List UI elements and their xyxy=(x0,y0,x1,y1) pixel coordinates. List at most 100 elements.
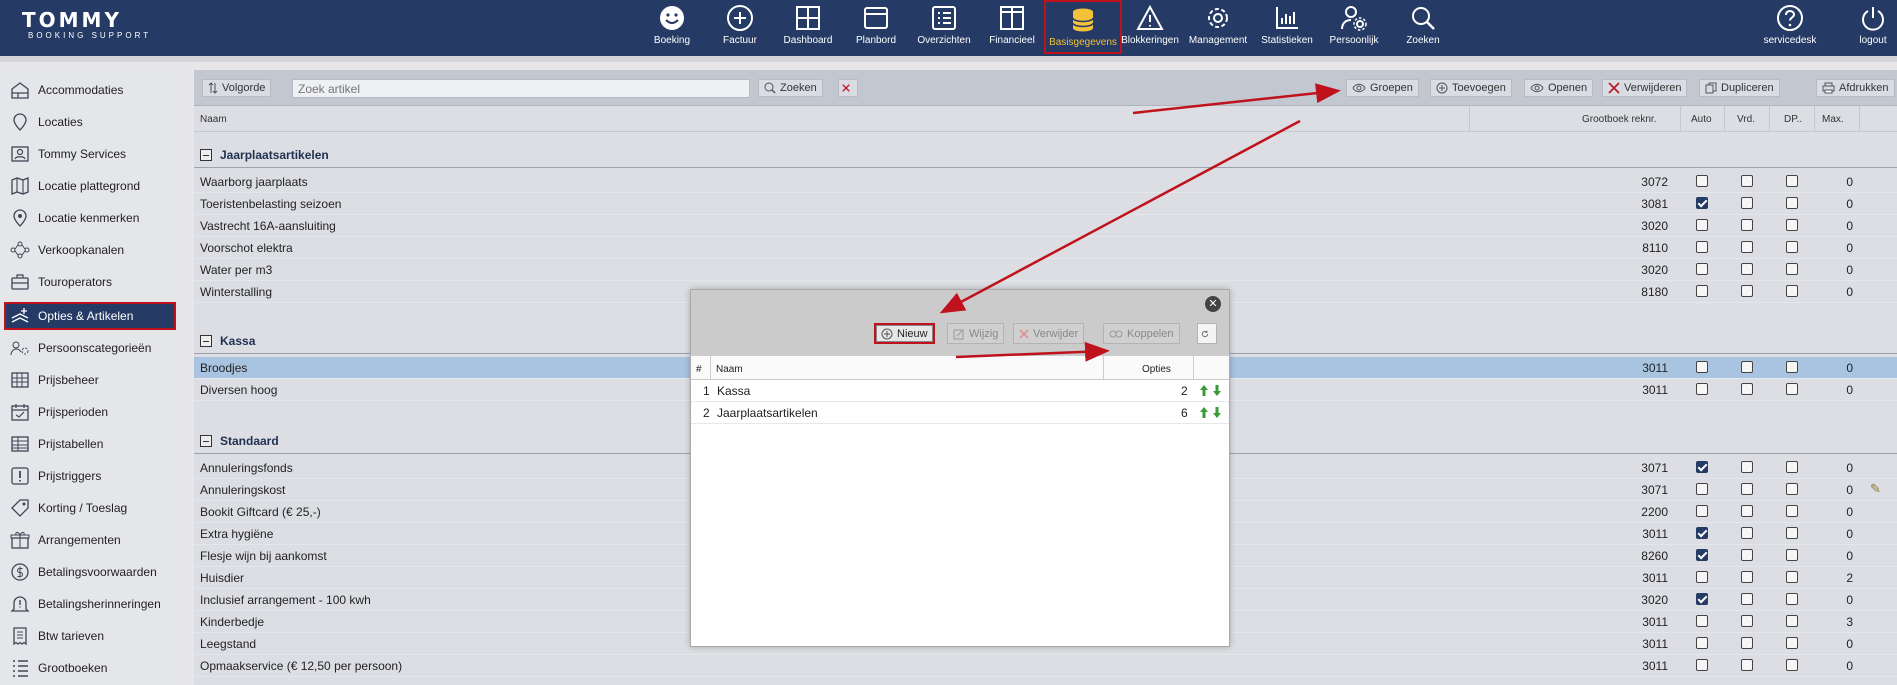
sidebar-item-betalingsvoorwaarden[interactable]: Betalingsvoorwaarden xyxy=(6,558,174,586)
move-up-icon[interactable] xyxy=(1199,384,1209,397)
dp-checkbox[interactable] xyxy=(1786,285,1798,297)
dp-checkbox[interactable] xyxy=(1786,361,1798,373)
dp-checkbox[interactable] xyxy=(1786,549,1798,561)
nav-blokkeringen[interactable]: Blokkeringen xyxy=(1121,0,1179,54)
dp-checkbox[interactable] xyxy=(1786,615,1798,627)
auto-checkbox[interactable] xyxy=(1696,285,1708,297)
nav-persoonlijk[interactable]: Persoonlijk xyxy=(1328,0,1380,54)
nav-statistieken[interactable]: Statistieken xyxy=(1260,0,1314,54)
col-max[interactable]: Max. xyxy=(1822,114,1844,125)
groepen-button[interactable]: Groepen xyxy=(1346,79,1419,97)
vrd-checkbox[interactable] xyxy=(1741,285,1753,297)
table-row[interactable]: Waarborg jaarplaats 3072 0 xyxy=(194,171,1897,193)
dp-checkbox[interactable] xyxy=(1786,383,1798,395)
table-row[interactable]: Voorschot elektra 8110 0 xyxy=(194,237,1897,259)
openen-button[interactable]: Openen xyxy=(1524,79,1594,97)
auto-checkbox[interactable] xyxy=(1696,615,1708,627)
sidebar-item-prijsperioden[interactable]: Prijsperioden xyxy=(6,398,174,426)
volgorde-button[interactable]: Volgorde xyxy=(202,79,272,97)
table-row[interactable]: Toeristenbelasting seizoen 3081 0 xyxy=(194,193,1897,215)
vrd-checkbox[interactable] xyxy=(1741,505,1753,517)
sidebar-item-verkoopkanalen[interactable]: Verkoopkanalen xyxy=(6,236,174,264)
collapse-icon[interactable] xyxy=(200,334,212,347)
edit-note-icon[interactable]: ✎ xyxy=(1870,481,1881,497)
verwijder-button[interactable]: Verwijder xyxy=(1013,323,1085,344)
dp-checkbox[interactable] xyxy=(1786,571,1798,583)
move-up-icon[interactable] xyxy=(1199,406,1209,419)
auto-checkbox[interactable] xyxy=(1696,175,1708,187)
sidebar-item-prijsbeheer[interactable]: Prijsbeheer xyxy=(6,366,174,394)
auto-checkbox[interactable] xyxy=(1696,461,1708,473)
nav-zoeken[interactable]: Zoeken xyxy=(1403,0,1443,54)
auto-checkbox[interactable] xyxy=(1696,383,1708,395)
col-naam[interactable]: Naam xyxy=(200,114,227,125)
col-dp[interactable]: DP.. xyxy=(1784,114,1802,125)
auto-checkbox[interactable] xyxy=(1696,527,1708,539)
vrd-checkbox[interactable] xyxy=(1741,483,1753,495)
vrd-checkbox[interactable] xyxy=(1741,549,1753,561)
vrd-checkbox[interactable] xyxy=(1741,571,1753,583)
auto-checkbox[interactable] xyxy=(1696,593,1708,605)
search-input[interactable] xyxy=(292,79,750,98)
vrd-checkbox[interactable] xyxy=(1741,361,1753,373)
sidebar-item-grootboeken[interactable]: Grootboeken xyxy=(6,654,174,682)
vrd-checkbox[interactable] xyxy=(1741,637,1753,649)
sidebar-item-prijstabellen[interactable]: Prijstabellen xyxy=(6,430,174,458)
nav-overzichten[interactable]: Overzichten xyxy=(916,0,972,54)
col-auto[interactable]: Auto xyxy=(1691,114,1712,125)
dp-checkbox[interactable] xyxy=(1786,219,1798,231)
close-dialog-button[interactable]: ✕ xyxy=(1205,296,1221,312)
sidebar-item-opties-artikelen[interactable]: Opties & Artikelen xyxy=(4,302,176,330)
auto-checkbox[interactable] xyxy=(1696,263,1708,275)
vrd-checkbox[interactable] xyxy=(1741,197,1753,209)
auto-checkbox[interactable] xyxy=(1696,361,1708,373)
col-vrd[interactable]: Vrd. xyxy=(1737,114,1755,125)
dialog-row[interactable]: 2 Jaarplaatsartikelen 6 xyxy=(691,402,1229,424)
dp-checkbox[interactable] xyxy=(1786,175,1798,187)
toevoegen-button[interactable]: Toevoegen xyxy=(1430,79,1512,97)
col-opties[interactable]: Opties xyxy=(1142,364,1171,375)
nav-factuur[interactable]: Factuur xyxy=(720,0,760,54)
dp-checkbox[interactable] xyxy=(1786,659,1798,671)
wijzig-button[interactable]: Wijzig xyxy=(947,323,1005,344)
nav-dashboard[interactable]: Dashboard xyxy=(782,0,834,54)
vrd-checkbox[interactable] xyxy=(1741,175,1753,187)
vrd-checkbox[interactable] xyxy=(1741,383,1753,395)
collapse-icon[interactable] xyxy=(200,148,212,161)
sidebar-item-prijstriggers[interactable]: Prijstriggers xyxy=(6,462,174,490)
sidebar-item-touroperators[interactable]: Touroperators xyxy=(6,268,174,296)
verwijderen-button[interactable]: Verwijderen xyxy=(1602,79,1688,97)
move-down-icon[interactable] xyxy=(1212,406,1222,419)
auto-checkbox[interactable] xyxy=(1696,549,1708,561)
tommy-logo[interactable]: TOMMY BOOKING SUPPORT xyxy=(22,9,172,41)
col-grootboek[interactable]: Grootboek reknr. xyxy=(1582,114,1656,125)
dialog-row[interactable]: 1 Kassa 2 xyxy=(691,380,1229,402)
nav-basisgegevens[interactable]: Basisgegevens xyxy=(1044,0,1122,54)
nav-logout[interactable]: logout xyxy=(1855,0,1891,54)
table-row[interactable]: Water per m3 3020 0 xyxy=(194,259,1897,281)
nav-planbord[interactable]: Planbord xyxy=(854,0,898,54)
table-row[interactable]: Vastrecht 16A-aansluiting 3020 0 xyxy=(194,215,1897,237)
dp-checkbox[interactable] xyxy=(1786,505,1798,517)
vrd-checkbox[interactable] xyxy=(1741,461,1753,473)
sidebar-item-persoonscategorieen[interactable]: Persoonscategorieën xyxy=(6,334,174,362)
sidebar-item-korting-toeslag[interactable]: Korting / Toeslag xyxy=(6,494,174,522)
vrd-checkbox[interactable] xyxy=(1741,527,1753,539)
auto-checkbox[interactable] xyxy=(1696,197,1708,209)
col-naam[interactable]: Naam xyxy=(716,364,743,375)
auto-checkbox[interactable] xyxy=(1696,659,1708,671)
koppelen-button[interactable]: Koppelen xyxy=(1103,323,1180,344)
sidebar-item-locatie-plattegrond[interactable]: Locatie plattegrond xyxy=(6,172,174,200)
refresh-button[interactable] xyxy=(1197,323,1217,344)
nav-financieel[interactable]: Financieel xyxy=(988,0,1036,54)
sidebar-item-accommodaties[interactable]: Accommodaties xyxy=(6,76,174,104)
sidebar-item-tommy-services[interactable]: Tommy Services xyxy=(6,140,174,168)
sidebar-item-betalingsherinneringen[interactable]: Betalingsherinneringen xyxy=(6,590,174,618)
auto-checkbox[interactable] xyxy=(1696,483,1708,495)
auto-checkbox[interactable] xyxy=(1696,241,1708,253)
afdrukken-button[interactable]: Afdrukken xyxy=(1816,79,1895,97)
nav-servicedesk[interactable]: servicedesk xyxy=(1762,0,1818,54)
auto-checkbox[interactable] xyxy=(1696,219,1708,231)
clear-search-button[interactable] xyxy=(838,79,858,97)
vrd-checkbox[interactable] xyxy=(1741,593,1753,605)
